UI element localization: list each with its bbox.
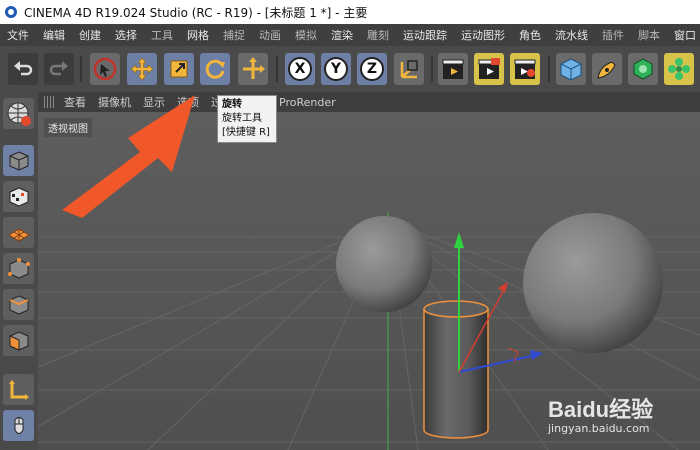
annotation-arrow-icon [62,95,195,218]
baidu-watermark: Baidu经验 jingyan.baidu.com [548,392,653,435]
watermark-url: jingyan.baidu.com [548,422,650,435]
watermark-brand: Baidu经验 [548,397,654,422]
